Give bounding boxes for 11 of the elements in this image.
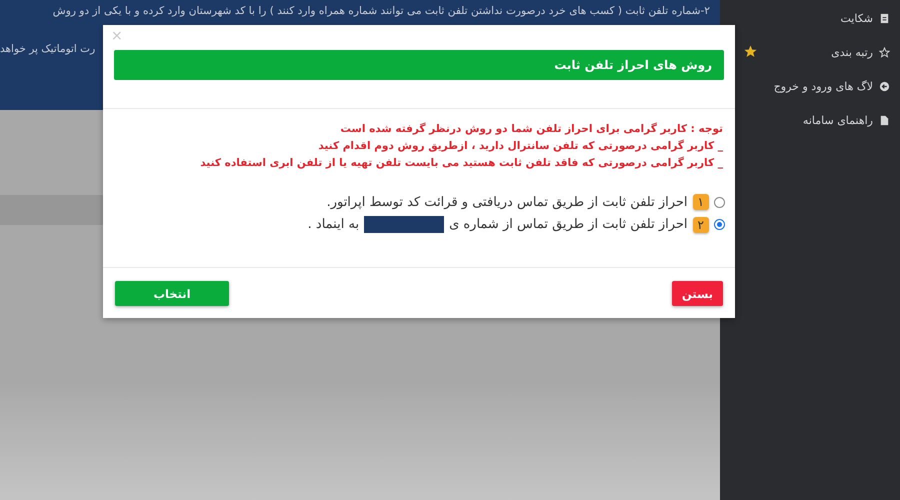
option-text: به اینماد . xyxy=(308,217,360,232)
warning-text: _ کاربر گرامی درصورتی که تلفن سانترال دارید ، ازطریق روش دوم اقدام کنید xyxy=(317,139,723,153)
number-badge: ۲ xyxy=(692,216,709,232)
option-text: احراز تلفن ثابت از طریق تماس از شماره ی xyxy=(449,217,688,232)
notice-text: رت اتوماتیک پر خواهد xyxy=(0,43,96,55)
number-badge: ۱ xyxy=(692,194,709,210)
option-text: احراز تلفن ثابت از طریق تماس دریافتی و قرائت کد توسط اپراتور. xyxy=(326,194,688,210)
warning-text: _ کاربر گرامی درصورتی که فاقد تلفن ثابت هستید می بایست تلفن تهیه یا از تلفن ابری استفاده کنید xyxy=(199,156,723,170)
warning-text: توجه : کاربر گرامی برای احراز تلفن شما دو روش درنظر گرفته شده است xyxy=(339,122,723,136)
notice-text: ۲-شماره تلفن ثابت ( کسب های خرد درصورت نداشتن تلفن ثابت می توانند شماره همراه وارد کنند ) را با کد شهرستان وارد کرده و با یکی از دو روش xyxy=(52,5,710,17)
dialog-title: روش های احراز تلفن ثابت xyxy=(114,50,724,80)
